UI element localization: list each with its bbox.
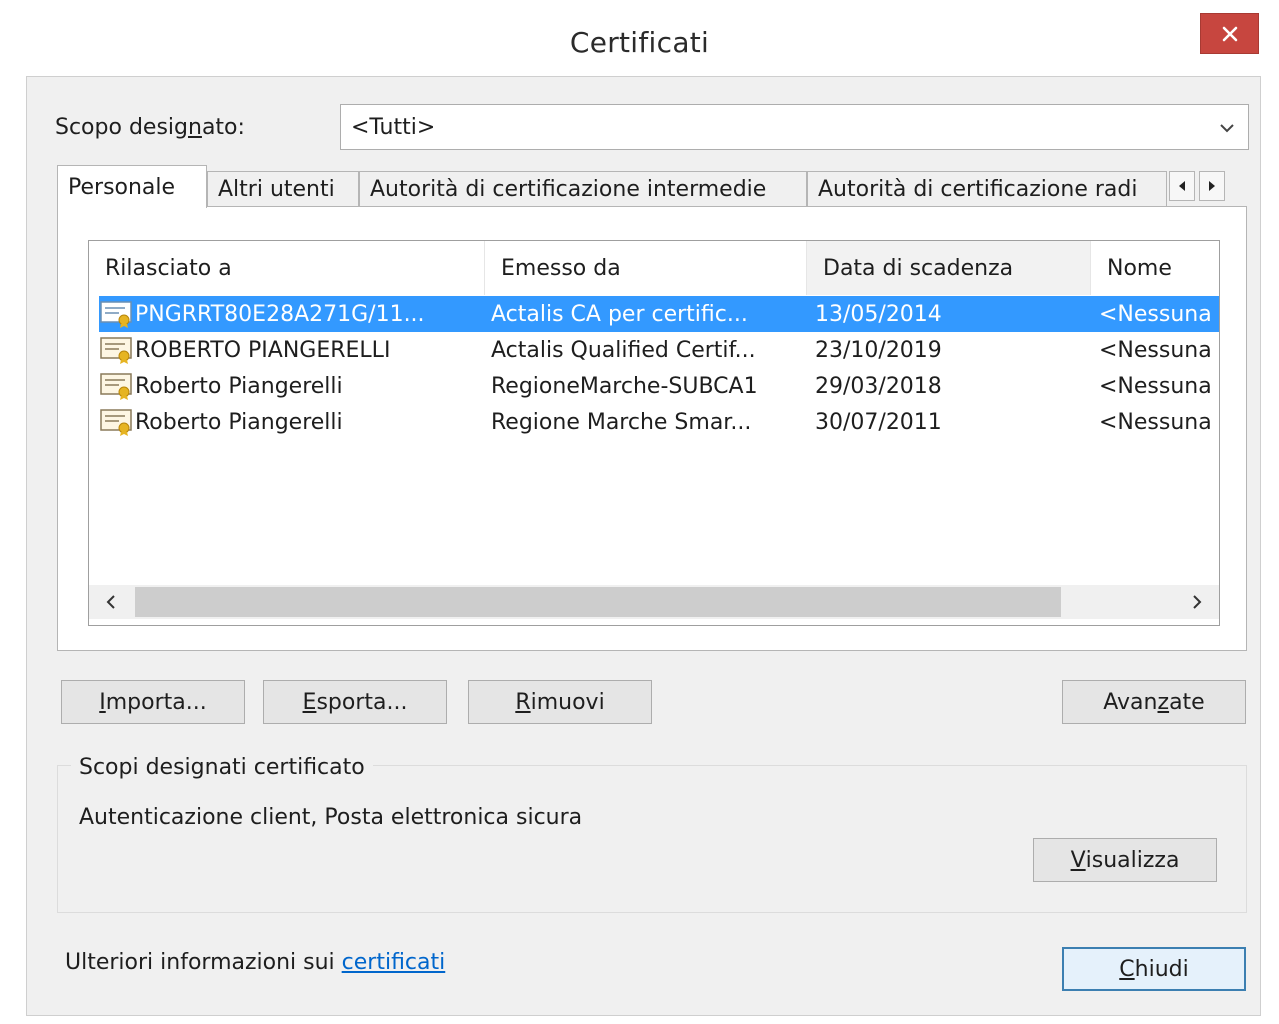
import-button[interactable]: Importa... bbox=[61, 680, 245, 724]
cell-issued-by: Regione Marche Smar... bbox=[491, 409, 752, 435]
cell-issued-by: RegioneMarche-SUBCA1 bbox=[491, 373, 758, 399]
close-icon bbox=[1222, 26, 1237, 41]
close-dialog-button[interactable]: Chiudi bbox=[1062, 947, 1246, 991]
tab-panel-personale: Rilasciato a Emesso da Data di scadenza … bbox=[57, 206, 1247, 651]
advanced-button[interactable]: Avan z ate bbox=[1062, 680, 1246, 724]
certificate-icon bbox=[100, 409, 132, 436]
column-header-name[interactable]: Nome bbox=[1091, 241, 1219, 295]
remove-button[interactable]: Rimuovi bbox=[468, 680, 652, 724]
scope-label: Scopo designato: bbox=[55, 115, 245, 140]
view-button[interactable]: Visualizza bbox=[1033, 838, 1217, 882]
cell-issued-to: ROBERTO PIANGERELLI bbox=[135, 337, 391, 363]
chevron-left-icon bbox=[106, 595, 115, 609]
cell-name: <Nessuna bbox=[1099, 301, 1212, 327]
table-row[interactable]: Roberto Piangerelli Regione Marche Smar.… bbox=[99, 404, 1219, 440]
dialog-title: Certificati bbox=[569, 26, 710, 59]
cell-issued-to: Roberto Piangerelli bbox=[135, 409, 343, 435]
scope-selected-value: <Tutti> bbox=[351, 114, 436, 140]
cell-issued-by: Actalis Qualified Certif... bbox=[491, 337, 756, 363]
certificates-list[interactable]: Rilasciato a Emesso da Data di scadenza … bbox=[88, 240, 1220, 626]
cell-expiry: 29/03/2018 bbox=[815, 373, 942, 399]
tab-scroll-right-button[interactable] bbox=[1199, 171, 1225, 201]
certificate-icon bbox=[100, 373, 132, 400]
scrollbar-thumb[interactable] bbox=[135, 587, 1061, 617]
cell-issued-to: Roberto Piangerelli bbox=[135, 373, 343, 399]
export-button[interactable]: Esporta... bbox=[263, 680, 447, 724]
cell-expiry: 23/10/2019 bbox=[815, 337, 942, 363]
table-row[interactable]: PNGRRT80E28A271G/11... Actalis CA per ce… bbox=[99, 296, 1219, 332]
tab-scroll-left-button[interactable] bbox=[1169, 171, 1195, 201]
column-header-issued-to[interactable]: Rilasciato a bbox=[89, 241, 485, 295]
chevron-right-icon bbox=[1193, 595, 1202, 609]
list-header: Rilasciato a Emesso da Data di scadenza … bbox=[89, 241, 1219, 295]
cell-issued-to: PNGRRT80E28A271G/11... bbox=[135, 301, 425, 327]
cell-name: <Nessuna bbox=[1099, 337, 1212, 363]
cell-name: <Nessuna bbox=[1099, 409, 1212, 435]
dialog-body: Scopo designato: <Tutti> Personale Altri… bbox=[26, 76, 1261, 1016]
triangle-right-icon bbox=[1209, 181, 1215, 191]
tab-altri-utenti[interactable]: Altri utenti bbox=[207, 171, 359, 207]
tab-personale[interactable]: Personale bbox=[57, 165, 207, 208]
tab-strip: Personale Altri utenti Autorità di certi… bbox=[57, 165, 1247, 208]
triangle-left-icon bbox=[1179, 181, 1185, 191]
cell-name: <Nessuna bbox=[1099, 373, 1212, 399]
scope-dropdown[interactable]: <Tutti> bbox=[340, 104, 1249, 150]
column-header-expiry[interactable]: Data di scadenza bbox=[807, 241, 1091, 295]
certificate-icon bbox=[100, 301, 132, 328]
scroll-left-button[interactable] bbox=[89, 585, 133, 619]
scroll-right-button[interactable] bbox=[1175, 585, 1219, 619]
horizontal-scrollbar[interactable] bbox=[89, 585, 1219, 619]
table-row[interactable]: Roberto Piangerelli RegioneMarche-SUBCA1… bbox=[99, 368, 1219, 404]
certificates-dialog: Certificati Scopo designato: <Tutti> Per… bbox=[0, 0, 1279, 1024]
purposes-title: Scopi designati certificato bbox=[71, 755, 373, 780]
cell-issued-by: Actalis CA per certific... bbox=[491, 301, 748, 327]
more-info-text: Ulteriori informazioni sui certificati bbox=[65, 950, 446, 975]
cell-expiry: 30/07/2011 bbox=[815, 409, 942, 435]
purposes-text: Autenticazione client, Posta elettronica… bbox=[79, 805, 583, 830]
column-header-issued-by[interactable]: Emesso da bbox=[485, 241, 807, 295]
title-bar[interactable]: Certificati bbox=[0, 0, 1279, 76]
table-row[interactable]: ROBERTO PIANGERELLI Actalis Qualified Ce… bbox=[99, 332, 1219, 368]
cell-expiry: 13/05/2014 bbox=[815, 301, 942, 327]
certificate-icon bbox=[100, 337, 132, 364]
close-button[interactable] bbox=[1200, 13, 1259, 54]
tab-autorita-radice[interactable]: Autorità di certificazione radi bbox=[807, 171, 1167, 207]
tab-autorita-intermedie[interactable]: Autorità di certificazione intermedie bbox=[359, 171, 807, 207]
chevron-down-icon bbox=[1220, 124, 1234, 133]
certificates-link[interactable]: certificati bbox=[342, 950, 446, 975]
